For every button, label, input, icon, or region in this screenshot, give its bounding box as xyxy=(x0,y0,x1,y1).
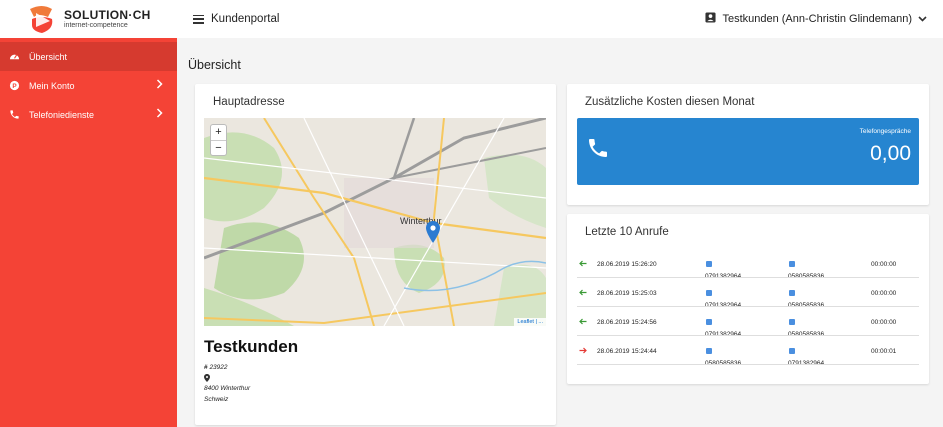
customer-country: Schweiz xyxy=(204,396,229,403)
call-from: 0791382964 xyxy=(705,290,741,309)
phone-icon xyxy=(586,136,610,165)
map-attribution[interactable]: Leaflet | ... xyxy=(514,318,546,326)
number-info-icon[interactable] xyxy=(789,290,795,296)
call-to: 0791382964 xyxy=(788,348,824,367)
incoming-call-icon xyxy=(579,318,587,327)
map-zoom-control: + − xyxy=(210,124,227,156)
call-to: 0580585836 xyxy=(788,261,824,280)
call-time: 28.06.2019 15:25:03 xyxy=(597,290,657,297)
customer-number-row: # 23922 xyxy=(204,364,228,371)
call-time: 28.06.2019 15:24:44 xyxy=(597,348,657,355)
incoming-call-icon xyxy=(579,260,587,269)
call-time: 28.06.2019 15:24:56 xyxy=(597,319,657,326)
cost-value: 0,00 xyxy=(870,142,911,165)
sidebar: SOLUTION·CH internet-competence Übersich… xyxy=(0,0,177,427)
map-marker-icon[interactable] xyxy=(426,221,440,248)
customer-name: Testkunden xyxy=(204,337,299,356)
number-info-icon[interactable] xyxy=(789,319,795,325)
call-duration: 00:00:00 xyxy=(871,319,897,326)
number-info-icon[interactable] xyxy=(706,319,712,325)
call-row[interactable]: 28.06.2019 15:24:44 0580585836 079138296… xyxy=(577,336,919,367)
logo-mark-icon xyxy=(26,3,58,35)
call-duration: 00:00:01 xyxy=(871,348,897,355)
app-title: Kundenportal xyxy=(211,13,280,25)
brand-tagline: internet-competence xyxy=(64,22,128,29)
sidebar-item-telefoniedienste[interactable]: Telefoniedienste xyxy=(0,100,177,129)
zoom-out-button[interactable]: − xyxy=(211,140,226,155)
number-info-icon[interactable] xyxy=(789,348,795,354)
user-name: Testkunden (Ann-Christin Glindemann) xyxy=(722,13,912,25)
sidebar-item-label: Telefoniedienste xyxy=(29,109,95,120)
user-badge-icon xyxy=(705,12,716,26)
sidebar-item-mein-konto[interactable]: P Mein Konto xyxy=(0,71,177,100)
chevron-right-icon xyxy=(156,79,163,91)
page-title: Übersicht xyxy=(188,58,241,72)
number-info-icon[interactable] xyxy=(706,348,712,354)
call-to: 0580585836 xyxy=(788,319,824,338)
number-info-icon[interactable] xyxy=(789,261,795,267)
sidebar-item-label: Übersicht xyxy=(29,51,68,62)
chevron-down-icon xyxy=(918,13,927,25)
sidebar-item-uebersicht[interactable]: Übersicht xyxy=(0,42,177,71)
account-icon: P xyxy=(8,80,20,92)
top-bar: Kundenportal Testkunden (Ann-Christin Gl… xyxy=(177,0,943,38)
call-duration: 00:00:00 xyxy=(871,261,897,268)
location-pin-icon xyxy=(204,374,210,384)
menu-toggle-icon[interactable] xyxy=(193,14,204,24)
map[interactable]: Winterthur + − Leaflet | ... xyxy=(204,118,546,326)
dashboard-icon xyxy=(8,51,20,63)
call-row[interactable]: 28.06.2019 15:24:56 0791382964 058058583… xyxy=(577,307,919,338)
address-card: Hauptadresse Winterthur + − Leaflet | ..… xyxy=(195,84,556,425)
incoming-call-icon xyxy=(579,289,587,298)
call-row[interactable]: 28.06.2019 15:25:03 0791382964 058058583… xyxy=(577,278,919,309)
call-from: 0791382964 xyxy=(705,261,741,280)
map-tiles: Winterthur xyxy=(204,118,546,326)
recent-calls-card: Letzte 10 Anrufe 28.06.2019 15:26:20 079… xyxy=(567,214,929,384)
recent-calls-title: Letzte 10 Anrufe xyxy=(585,226,669,238)
customer-number: 23922 xyxy=(209,364,228,371)
call-row[interactable]: 28.06.2019 15:26:20 0791382964 058058583… xyxy=(577,249,919,280)
sidebar-item-label: Mein Konto xyxy=(29,80,75,91)
call-time: 28.06.2019 15:26:20 xyxy=(597,261,657,268)
call-duration: 00:00:00 xyxy=(871,290,897,297)
hash-icon: # xyxy=(204,364,208,371)
call-from: 0791382964 xyxy=(705,319,741,338)
call-from: 0580585836 xyxy=(705,348,741,367)
user-menu[interactable]: Testkunden (Ann-Christin Glindemann) xyxy=(705,12,927,26)
outgoing-call-icon xyxy=(579,347,587,356)
call-to: 0580585836 xyxy=(788,290,824,309)
number-info-icon[interactable] xyxy=(706,290,712,296)
phone-cost-tile: Telefongespräche 0,00 xyxy=(577,118,919,185)
cost-label: Telefongespräche xyxy=(859,128,911,135)
costs-card-title: Zusätzliche Kosten diesen Monat xyxy=(585,96,755,108)
address-card-title: Hauptadresse xyxy=(213,96,285,108)
chevron-right-icon xyxy=(156,108,163,120)
zoom-in-button[interactable]: + xyxy=(211,125,226,140)
svg-text:P: P xyxy=(12,83,17,90)
brand-logo[interactable]: SOLUTION·CH internet-competence xyxy=(0,0,177,38)
phone-icon xyxy=(8,109,20,121)
number-info-icon[interactable] xyxy=(706,261,712,267)
customer-postal-city: 8400 Winterthur xyxy=(204,385,251,392)
brand-name: SOLUTION·CH xyxy=(64,8,151,22)
costs-card: Zusätzliche Kosten diesen Monat Telefong… xyxy=(567,84,929,205)
